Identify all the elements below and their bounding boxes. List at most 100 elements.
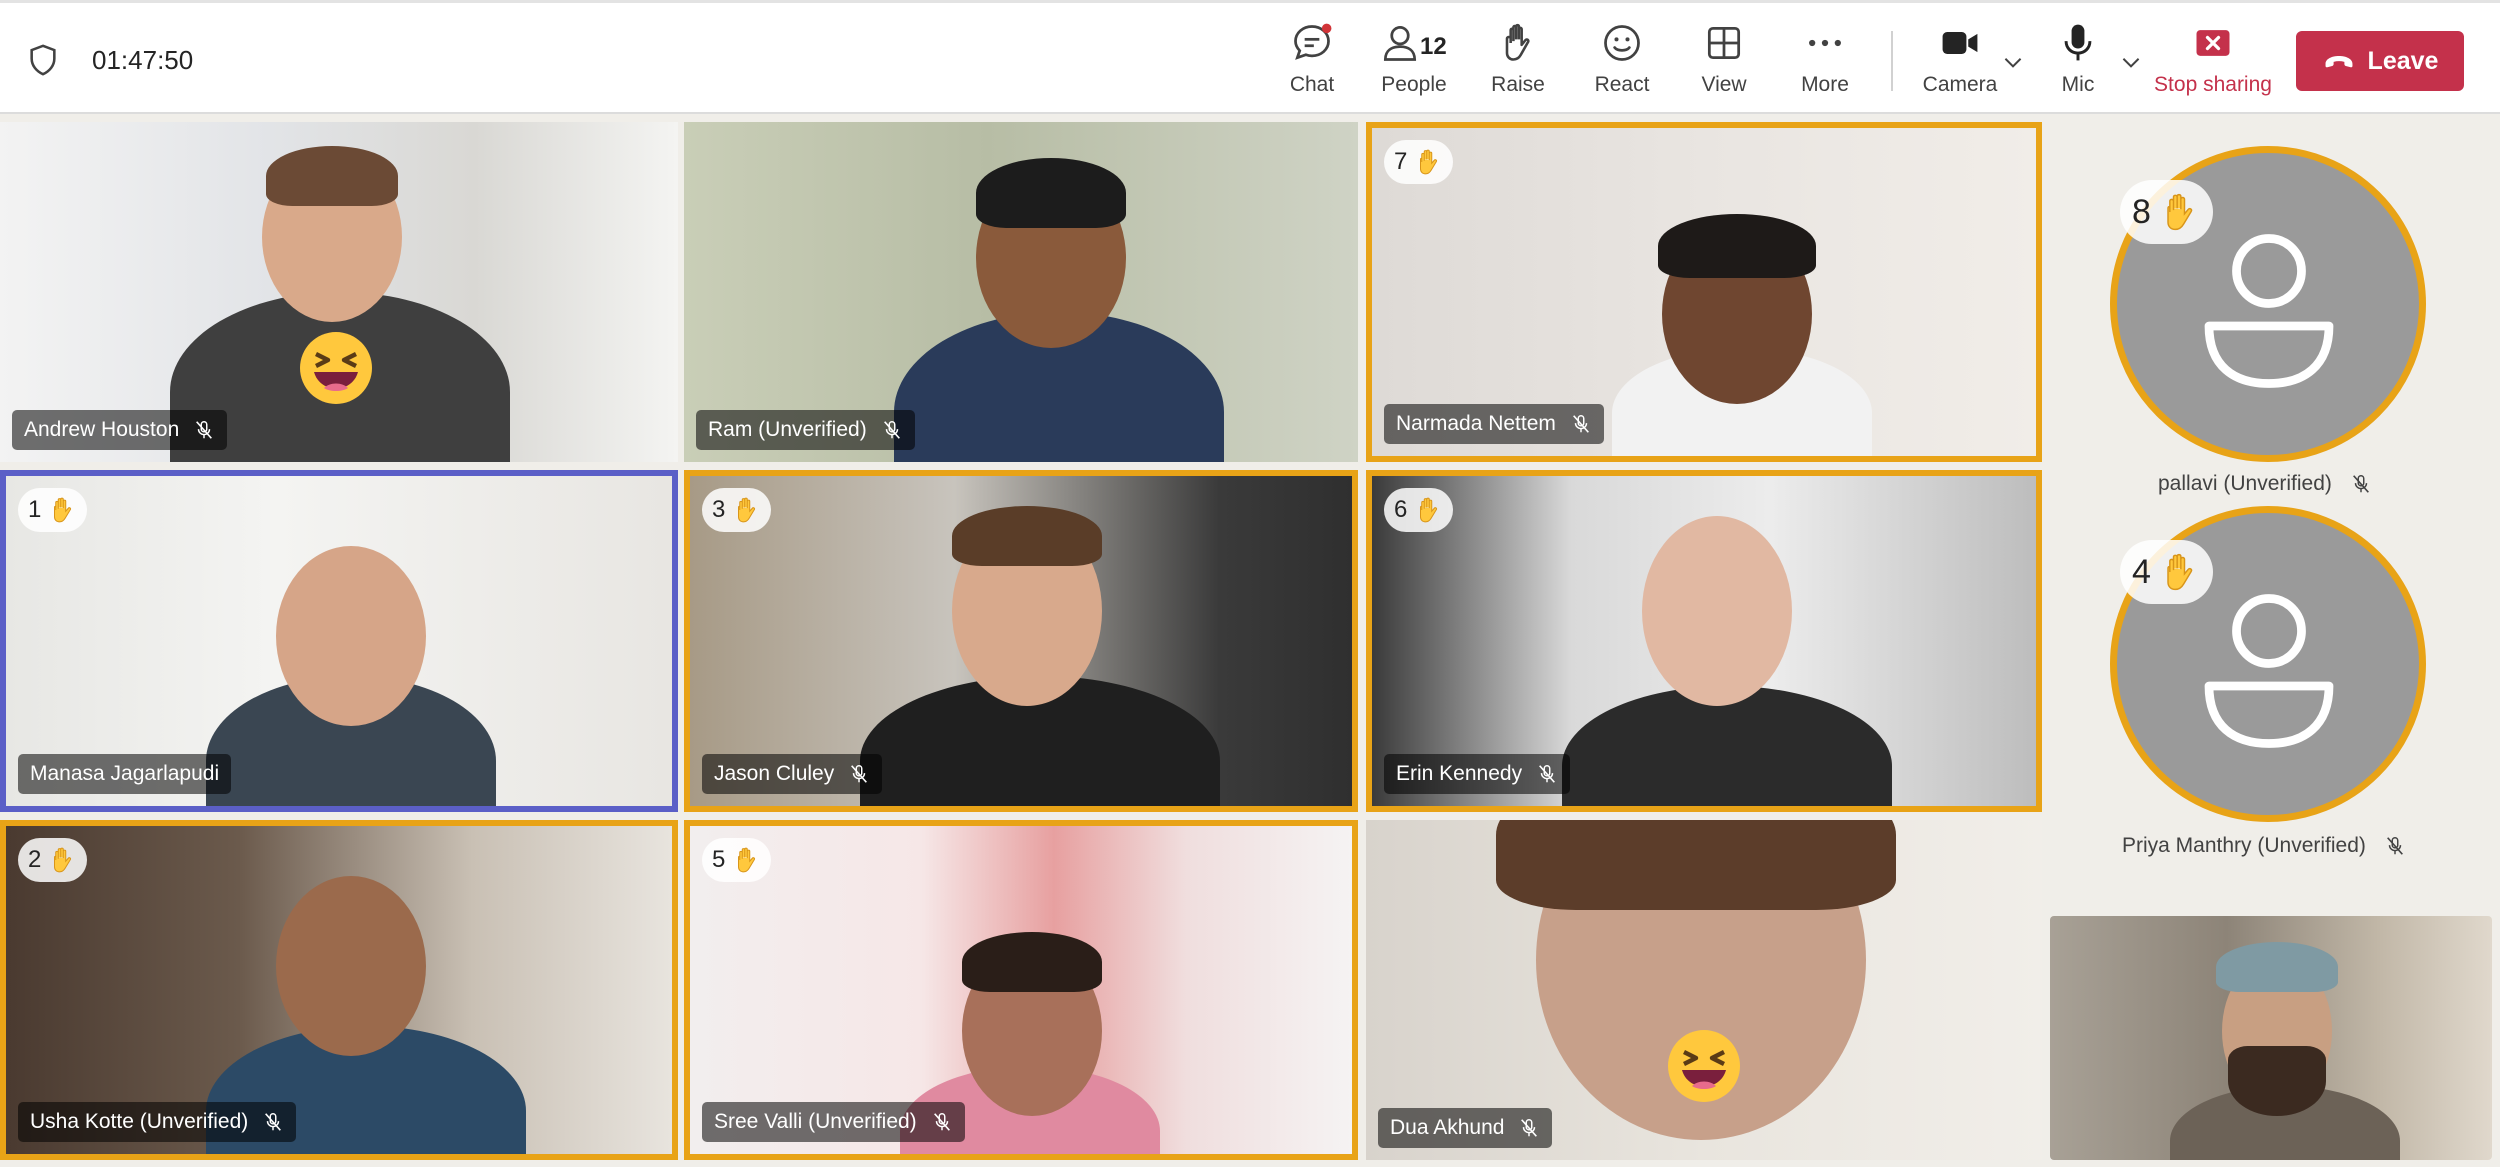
people-label: People: [1381, 73, 1447, 96]
person-icon: [1383, 26, 1417, 61]
smiley-icon: [1604, 25, 1640, 61]
meeting-toolbar: 01:47:50 Chat People 12 Raise React View…: [0, 0, 2500, 114]
raised-hand-badge: 4: [2120, 540, 2213, 604]
hand-raise-order: 4: [2132, 552, 2151, 591]
participant-tile[interactable]: 5 Sree Valli (Unverified): [684, 820, 1358, 1160]
raised-hand-badge: 6: [1384, 488, 1454, 532]
laughing-emoji-reaction-icon: [300, 332, 372, 404]
react-button[interactable]: React: [1594, 21, 1650, 105]
mic-muted-icon: [933, 1113, 950, 1131]
participant-tile[interactable]: 2 Usha Kotte (Unverified): [0, 820, 678, 1160]
toolbar-divider: [1891, 31, 1893, 91]
stop-sharing-icon: [2196, 30, 2230, 56]
raised-hand-badge: 7: [1384, 140, 1454, 184]
view-button[interactable]: View: [1701, 21, 1747, 105]
raised-hand-badge: 5: [702, 838, 772, 882]
participant-nameplate: Sree Valli (Unverified): [702, 1102, 965, 1142]
camera-button[interactable]: Camera: [1922, 21, 1998, 105]
participant-nameplate: Manasa Jagarlapudi: [18, 754, 232, 794]
leave-button[interactable]: Leave: [2296, 31, 2464, 91]
raised-hand-emoji-icon: [54, 497, 72, 523]
chat-button[interactable]: Chat: [1290, 21, 1334, 105]
raise-hand-button[interactable]: Raise: [1491, 21, 1545, 105]
camera-options-chevron-down-icon[interactable]: [2000, 49, 2026, 75]
mic-muted-icon: [851, 765, 868, 783]
raised-hand-emoji-icon: [738, 497, 756, 523]
react-label: React: [1594, 73, 1650, 96]
participant-name: Manasa Jagarlapudi: [30, 762, 220, 785]
participant-name: Sree Valli (Unverified): [714, 1110, 917, 1133]
participant-name: Priya Manthry (Unverified): [2122, 834, 2366, 857]
participant-name: Usha Kotte (Unverified): [30, 1110, 249, 1133]
hang-up-phone-icon: [2325, 56, 2353, 68]
participant-nameplate: Usha Kotte (Unverified): [18, 1102, 297, 1142]
raised-hand-emoji-icon: [738, 847, 756, 873]
hand-raise-order: 8: [2132, 192, 2151, 231]
participant-tile[interactable]: 6 Erin Kennedy: [1366, 470, 2042, 812]
participant-nameplate: pallavi (Unverified): [2158, 472, 2372, 496]
more-button[interactable]: More: [1800, 21, 1850, 105]
hand-raise-order: 6: [1394, 496, 1408, 523]
raise-label: Raise: [1491, 73, 1545, 96]
participant-nameplate: Priya Manthry (Unverified): [2122, 834, 2406, 858]
mic-muted-icon: [196, 421, 213, 439]
raised-hand-emoji-icon: [54, 847, 72, 873]
chat-icon: [1294, 23, 1332, 60]
view-label: View: [1701, 73, 1747, 96]
leave-label: Leave: [2367, 46, 2439, 75]
hand-raise-order: 1: [28, 496, 42, 523]
hand-raise-order: 2: [28, 846, 42, 873]
participant-name: Andrew Houston: [24, 418, 180, 441]
participant-tile[interactable]: Dua Akhund: [1366, 820, 2042, 1160]
raised-hand-badge: 3: [702, 488, 772, 532]
microphone-icon: [2064, 24, 2092, 61]
stop-sharing-button[interactable]: Stop sharing: [2154, 21, 2272, 105]
mic-label: Mic: [2061, 73, 2095, 96]
participant-nameplate: Erin Kennedy: [1384, 754, 1571, 794]
mic-muted-icon: [2352, 475, 2369, 493]
participant-name: Narmada Nettem: [1396, 412, 1556, 435]
raised-hand-emoji-icon: [1420, 497, 1438, 523]
participant-nameplate: Dua Akhund: [1378, 1108, 1553, 1148]
chat-label: Chat: [1289, 73, 1335, 96]
participant-name: Erin Kennedy: [1396, 762, 1523, 785]
default-person-avatar-icon: [2204, 234, 2334, 388]
participant-nameplate: Andrew Houston: [12, 410, 228, 450]
camera-label: Camera: [1922, 73, 1998, 96]
grid-view-icon: [1707, 26, 1741, 60]
raised-hand-emoji-icon: [2167, 553, 2193, 591]
mic-muted-icon: [1521, 1119, 1538, 1137]
mic-muted-icon: [883, 421, 900, 439]
hand-raise-order: 3: [712, 496, 726, 523]
participant-tile[interactable]: Ram (Unverified): [684, 122, 1358, 462]
raised-hand-badge: 1: [18, 488, 88, 532]
camera-icon: [1942, 32, 1978, 54]
hand-raise-order: 7: [1394, 148, 1408, 175]
participant-tile[interactable]: 7 Narmada Nettem: [1366, 122, 2042, 462]
mic-options-chevron-down-icon[interactable]: [2118, 49, 2144, 75]
participant-name: pallavi (Unverified): [2158, 472, 2332, 495]
mic-muted-icon: [1539, 765, 1556, 783]
participant-name: Ram (Unverified): [708, 418, 867, 441]
participant-nameplate: Jason Cluley: [702, 754, 883, 794]
participant-tile[interactable]: Andrew Houston: [0, 122, 678, 462]
people-count-badge: 12: [1420, 33, 1447, 60]
raised-hand-emoji-icon: [1420, 149, 1438, 175]
hand-raise-order: 5: [712, 846, 726, 873]
participant-tile[interactable]: 3 Jason Cluley: [684, 470, 1358, 812]
raised-hand-badge: 8: [2120, 180, 2213, 244]
raised-hand-emoji-icon: [2167, 193, 2193, 231]
self-view-video[interactable]: [2050, 916, 2492, 1160]
video-feed: [2050, 916, 2492, 1160]
raised-hand-badge: 2: [18, 838, 88, 882]
mic-button[interactable]: Mic: [2060, 21, 2096, 105]
participant-tile-active-speaker[interactable]: 1 Manasa Jagarlapudi: [0, 470, 678, 812]
more-icon: [1809, 39, 1841, 47]
meeting-timer: 01:47:50: [92, 45, 194, 75]
participant-nameplate: Narmada Nettem: [1384, 404, 1604, 444]
participant-name: Jason Cluley: [714, 762, 835, 785]
shield-icon[interactable]: [26, 43, 60, 77]
participant-nameplate: Ram (Unverified): [696, 410, 915, 450]
default-person-avatar-icon: [2204, 594, 2334, 748]
laughing-emoji-reaction-icon: [1668, 1030, 1740, 1102]
